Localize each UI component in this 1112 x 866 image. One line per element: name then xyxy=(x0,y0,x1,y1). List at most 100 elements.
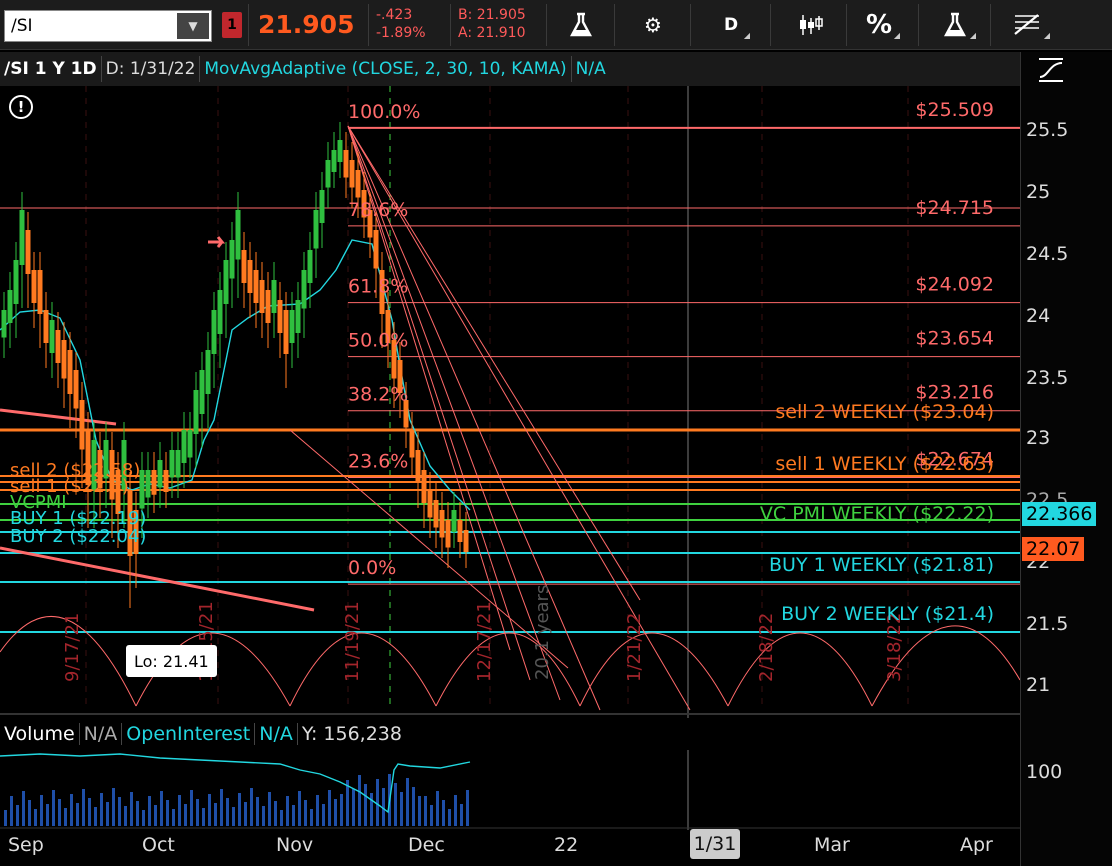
candle-body xyxy=(193,390,199,434)
fib-pct-label: 50.0% xyxy=(348,330,408,352)
flask-icon[interactable] xyxy=(566,8,596,42)
candle-body xyxy=(301,270,307,309)
fib-pct-label: 61.8% xyxy=(348,276,408,298)
vertical-date-label: 11/19/21 xyxy=(342,601,363,682)
candle-body xyxy=(223,260,229,304)
candle-body xyxy=(343,150,349,178)
volume-bar xyxy=(298,791,301,826)
candle-body xyxy=(181,430,187,463)
candle-body xyxy=(169,450,175,478)
candle-body xyxy=(241,250,247,283)
volume-bar xyxy=(442,800,445,826)
drawing-tools-icon[interactable]: ◢ xyxy=(1010,8,1050,42)
volume-bar xyxy=(418,796,421,826)
volume-bar xyxy=(286,796,289,826)
candle-body xyxy=(25,230,31,274)
symbol-input[interactable] xyxy=(5,16,175,36)
date-label: 22 xyxy=(554,834,579,856)
price-tick: 23.5 xyxy=(1026,367,1069,389)
candle-body xyxy=(421,470,427,503)
date-label: Mar xyxy=(814,834,850,856)
volume-bar xyxy=(106,802,109,826)
sell1-weekly-label: sell 1 WEEKLY ($22.63) xyxy=(775,453,994,475)
fib-pct-label: 0.0% xyxy=(348,557,396,579)
candle-body xyxy=(349,160,355,188)
volume-bar xyxy=(160,791,163,826)
volume-bar xyxy=(400,792,403,826)
candle-body xyxy=(457,520,463,542)
volume-bar xyxy=(64,808,67,826)
candle-body xyxy=(55,330,61,363)
gear-icon[interactable]: ⚙ xyxy=(638,8,668,42)
oi-label[interactable]: OpenInterest xyxy=(121,723,254,745)
candle-body xyxy=(295,300,301,333)
aggregation-label: D xyxy=(723,15,739,35)
pct-change-value: -1.89% xyxy=(376,25,426,41)
volume-bar xyxy=(250,788,253,826)
candle-body xyxy=(259,280,265,313)
volume-bar xyxy=(244,802,247,826)
volume-bar xyxy=(232,807,235,826)
study-label[interactable]: MovAvgAdaptive (CLOSE, 2, 30, 10, KAMA) xyxy=(200,59,570,79)
candle-body xyxy=(157,460,163,488)
warning-icon[interactable]: ! xyxy=(9,95,33,119)
percent-button[interactable]: % ◢ xyxy=(864,8,900,42)
candle-body xyxy=(19,210,25,265)
candle-body xyxy=(373,230,379,269)
candle-body xyxy=(331,150,337,172)
volume-bar xyxy=(376,779,379,826)
candle-body xyxy=(199,370,205,414)
candle-body xyxy=(463,530,469,552)
candle-body xyxy=(49,320,55,353)
candle-body xyxy=(73,370,79,409)
candle-body xyxy=(325,160,331,188)
volume-bar xyxy=(178,795,181,826)
candle-body xyxy=(79,400,85,450)
candle-body xyxy=(13,260,19,304)
volume-bar xyxy=(4,810,7,826)
last-price-badge: 22.07 xyxy=(1022,537,1085,561)
sell2-weekly-label: sell 2 WEEKLY ($23.04) xyxy=(775,401,994,423)
volume-bar xyxy=(268,792,271,826)
fibonacci-icon[interactable] xyxy=(1036,56,1064,82)
volume-bar xyxy=(262,806,265,826)
candle-body xyxy=(265,290,271,323)
volume-bar xyxy=(196,799,199,826)
study-value: N/A xyxy=(575,59,606,79)
buy1-weekly-label: BUY 1 WEEKLY ($21.81) xyxy=(769,554,994,576)
fib-price-label: $24.092 xyxy=(915,274,994,296)
price-axis[interactable] xyxy=(1020,52,1112,866)
volume-label[interactable]: Volume xyxy=(0,723,79,745)
volume-bar xyxy=(304,800,307,826)
volume-bar xyxy=(214,803,217,826)
volume-bar xyxy=(424,796,427,826)
candle-body xyxy=(319,190,325,223)
ask-value: A: 21.910 xyxy=(458,25,526,41)
volume-bar xyxy=(322,804,325,826)
candle-body xyxy=(439,510,445,538)
candle-body xyxy=(409,430,415,458)
candle-body xyxy=(445,520,451,548)
price-tick: 21 xyxy=(1026,674,1051,696)
candle-body xyxy=(67,350,73,394)
candle-body xyxy=(427,490,433,518)
candlestick-icon[interactable] xyxy=(796,8,826,42)
candle-body xyxy=(283,310,289,354)
volume-bars xyxy=(4,774,469,826)
candle-body xyxy=(211,310,217,354)
chart-symbol-period[interactable]: /SI 1 Y 1D xyxy=(0,59,101,79)
toolbar: ▼ 1 21.905 -.423 -1.89% B: 21.905 A: 21.… xyxy=(0,0,1112,50)
aggregation-button[interactable]: D ◢ xyxy=(718,8,750,42)
alert-badge[interactable]: 1 xyxy=(222,12,242,38)
candle-body xyxy=(307,250,313,283)
volume-bar xyxy=(190,790,193,826)
volume-bar xyxy=(370,793,373,826)
chevron-down-icon[interactable]: ▼ xyxy=(177,13,209,39)
studies-flask-icon[interactable]: ◢ xyxy=(940,8,976,42)
vcpmi-weekly-label: VC PMI WEEKLY ($22.22) xyxy=(760,503,994,525)
volume-bar xyxy=(316,795,319,826)
volume-bar xyxy=(22,791,25,826)
volume-bar xyxy=(460,804,463,826)
symbol-selector[interactable]: ▼ xyxy=(4,10,212,42)
candle-body xyxy=(235,210,241,260)
